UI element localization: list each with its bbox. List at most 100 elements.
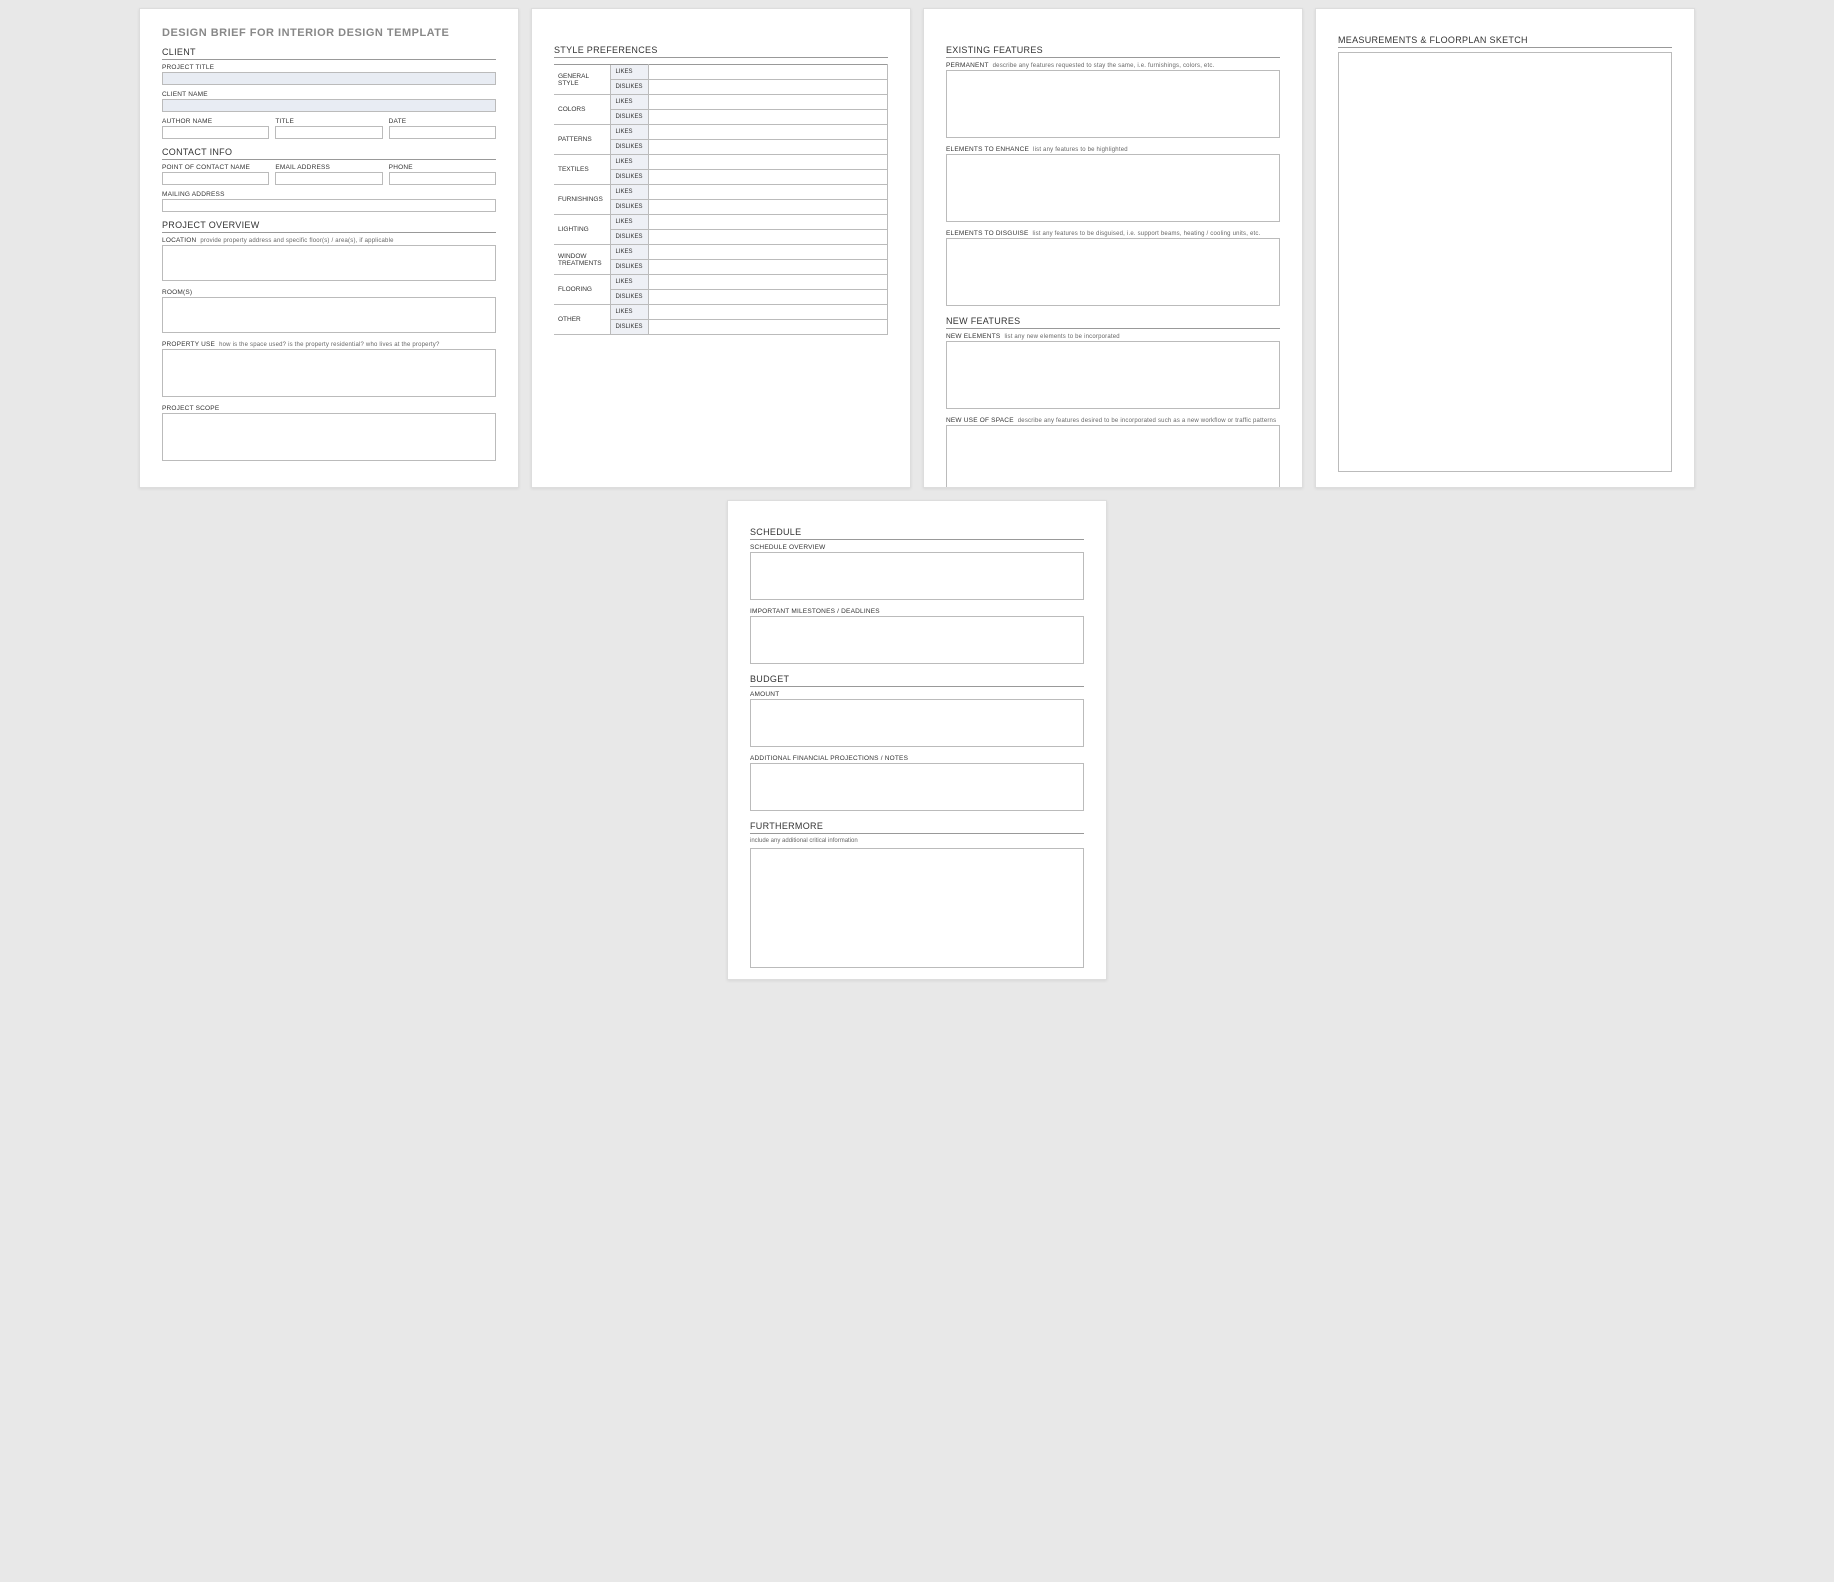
pref-dislikes-value[interactable] (648, 200, 887, 215)
label-rooms: ROOM(S) (162, 289, 496, 296)
input-permanent[interactable] (946, 70, 1280, 138)
pref-likes-value[interactable] (648, 155, 887, 170)
pref-likes-value[interactable] (648, 65, 887, 80)
input-mailing[interactable] (162, 199, 496, 212)
input-disguise[interactable] (946, 238, 1280, 306)
page-2: STYLE PREFERENCES GENERAL STYLELIKES DIS… (531, 8, 911, 488)
pref-dislikes-value[interactable] (648, 290, 887, 305)
pref-dislikes-label: DISLIKES (610, 200, 648, 215)
pref-likes-label: LIKES (610, 155, 648, 170)
input-date[interactable] (389, 126, 496, 139)
pref-dislikes-value[interactable] (648, 110, 887, 125)
pref-dislikes-value[interactable] (648, 140, 887, 155)
pref-category: FLOORING (554, 275, 610, 305)
input-rooms[interactable] (162, 297, 496, 333)
pref-dislikes-value[interactable] (648, 320, 887, 335)
section-furthermore: FURTHERMORE (750, 821, 1084, 834)
pref-category: COLORS (554, 95, 610, 125)
label-disguise: ELEMENTS TO DISGUISE list any features t… (946, 230, 1280, 237)
input-new-elements[interactable] (946, 341, 1280, 409)
label-fin-notes: ADDITIONAL FINANCIAL PROJECTIONS / NOTES (750, 755, 1084, 762)
section-schedule: SCHEDULE (750, 527, 1084, 540)
pref-dislikes-label: DISLIKES (610, 260, 648, 275)
label-new-elements: NEW ELEMENTS list any new elements to be… (946, 333, 1280, 340)
input-client-name[interactable] (162, 99, 496, 112)
pref-category: WINDOW TREATMENTS (554, 245, 610, 275)
input-amount[interactable] (750, 699, 1084, 747)
input-project-scope[interactable] (162, 413, 496, 461)
pref-likes-label: LIKES (610, 185, 648, 200)
label-location: LOCATION provide property address and sp… (162, 237, 496, 244)
pref-likes-value[interactable] (648, 95, 887, 110)
pref-category: PATTERNS (554, 125, 610, 155)
pref-likes-value[interactable] (648, 305, 887, 320)
label-client-name: CLIENT NAME (162, 91, 496, 98)
pref-category: OTHER (554, 305, 610, 335)
input-project-title[interactable] (162, 72, 496, 85)
input-location[interactable] (162, 245, 496, 281)
label-date: DATE (389, 118, 496, 125)
page-5: SCHEDULE SCHEDULE OVERVIEW IMPORTANT MIL… (727, 500, 1107, 980)
label-permanent: PERMANENT describe any features requeste… (946, 62, 1280, 69)
style-pref-table: GENERAL STYLELIKES DISLIKES COLORSLIKES … (554, 64, 888, 335)
label-new-use: NEW USE OF SPACE describe any features d… (946, 417, 1280, 424)
input-title[interactable] (275, 126, 382, 139)
label-email: EMAIL ADDRESS (275, 164, 382, 171)
section-overview: PROJECT OVERVIEW (162, 220, 496, 233)
input-new-use[interactable] (946, 425, 1280, 488)
input-fin-notes[interactable] (750, 763, 1084, 811)
pref-likes-label: LIKES (610, 125, 648, 140)
input-phone[interactable] (389, 172, 496, 185)
label-mailing: MAILING ADDRESS (162, 191, 496, 198)
pref-likes-value[interactable] (648, 275, 887, 290)
input-author-name[interactable] (162, 126, 269, 139)
pref-likes-value[interactable] (648, 215, 887, 230)
pref-likes-label: LIKES (610, 95, 648, 110)
section-sketch: MEASUREMENTS & FLOORPLAN SKETCH (1338, 35, 1672, 48)
pref-category: LIGHTING (554, 215, 610, 245)
pref-dislikes-value[interactable] (648, 260, 887, 275)
pref-dislikes-label: DISLIKES (610, 230, 648, 245)
page-4: MEASUREMENTS & FLOORPLAN SKETCH (1315, 8, 1695, 488)
pref-dislikes-label: DISLIKES (610, 170, 648, 185)
pref-likes-value[interactable] (648, 125, 887, 140)
label-enhance: ELEMENTS TO ENHANCE list any features to… (946, 146, 1280, 153)
input-email[interactable] (275, 172, 382, 185)
section-existing: EXISTING FEATURES (946, 45, 1280, 58)
sketch-area[interactable] (1338, 52, 1672, 472)
label-author-name: AUTHOR NAME (162, 118, 269, 125)
pref-likes-value[interactable] (648, 185, 887, 200)
pref-dislikes-value[interactable] (648, 170, 887, 185)
page-3: EXISTING FEATURES PERMANENT describe any… (923, 8, 1303, 488)
label-property-use: PROPERTY USE how is the space used? is t… (162, 341, 496, 348)
pref-dislikes-label: DISLIKES (610, 80, 648, 95)
section-client: CLIENT (162, 47, 496, 60)
input-property-use[interactable] (162, 349, 496, 397)
label-milestones: IMPORTANT MILESTONES / DEADLINES (750, 608, 1084, 615)
pref-dislikes-label: DISLIKES (610, 140, 648, 155)
pref-likes-label: LIKES (610, 305, 648, 320)
label-sched-overview: SCHEDULE OVERVIEW (750, 544, 1084, 551)
pref-likes-value[interactable] (648, 245, 887, 260)
input-milestones[interactable] (750, 616, 1084, 664)
hint-furthermore: include any additional critical informat… (750, 838, 1084, 844)
input-poc[interactable] (162, 172, 269, 185)
pref-dislikes-value[interactable] (648, 230, 887, 245)
input-sched-overview[interactable] (750, 552, 1084, 600)
pref-category: TEXTILES (554, 155, 610, 185)
pref-dislikes-label: DISLIKES (610, 320, 648, 335)
page-1: DESIGN BRIEF FOR INTERIOR DESIGN TEMPLAT… (139, 8, 519, 488)
pref-likes-label: LIKES (610, 245, 648, 260)
pref-category: GENERAL STYLE (554, 65, 610, 95)
pref-dislikes-label: DISLIKES (610, 290, 648, 305)
pref-category: FURNISHINGS (554, 185, 610, 215)
pref-dislikes-value[interactable] (648, 80, 887, 95)
label-amount: AMOUNT (750, 691, 1084, 698)
section-style: STYLE PREFERENCES (554, 45, 888, 58)
input-furthermore[interactable] (750, 848, 1084, 968)
label-project-scope: PROJECT SCOPE (162, 405, 496, 412)
section-budget: BUDGET (750, 674, 1084, 687)
input-enhance[interactable] (946, 154, 1280, 222)
label-poc: POINT OF CONTACT NAME (162, 164, 269, 171)
label-title: TITLE (275, 118, 382, 125)
